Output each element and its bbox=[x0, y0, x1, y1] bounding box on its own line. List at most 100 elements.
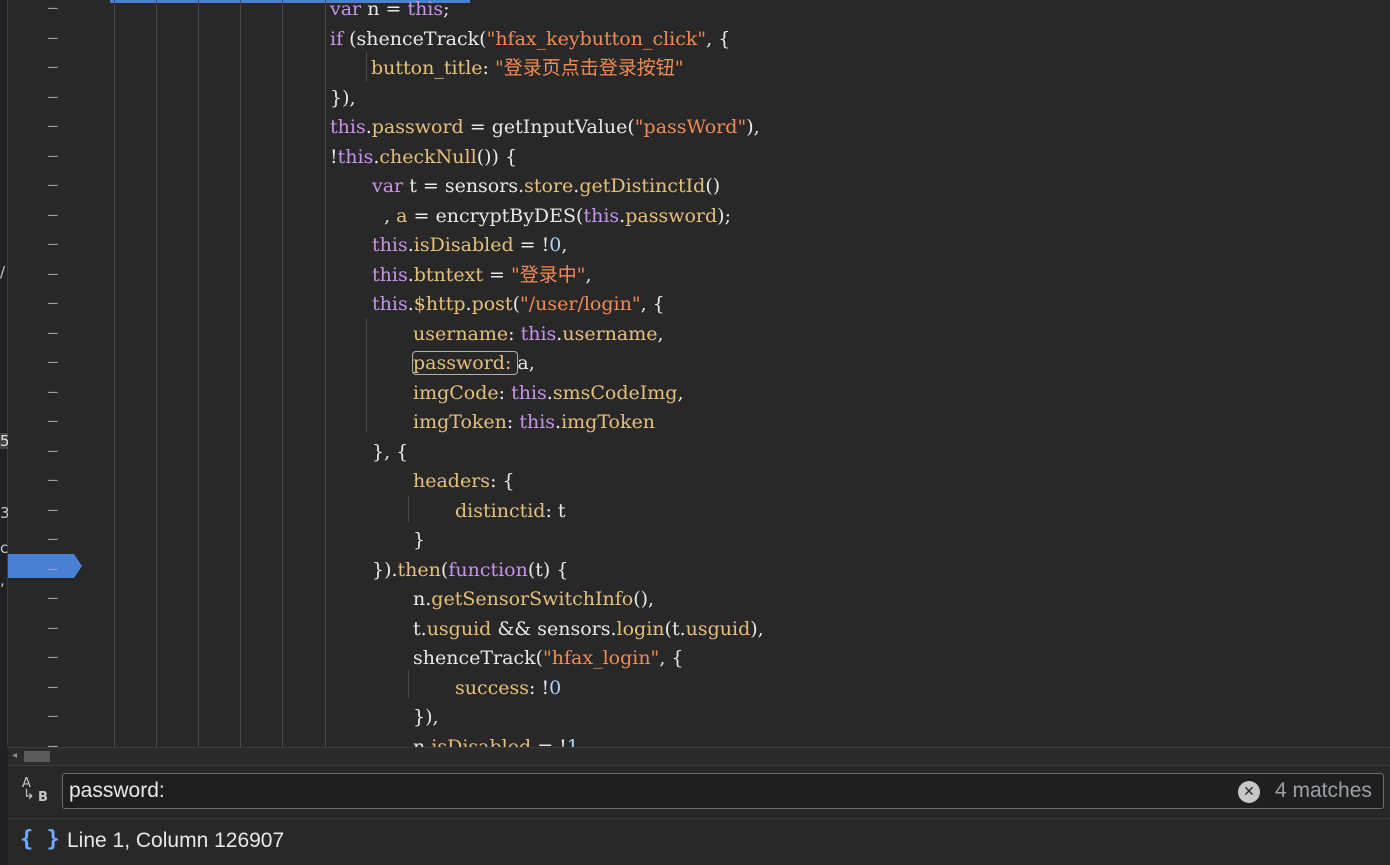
gutter-line-marker[interactable]: – bbox=[48, 560, 72, 591]
clear-search-icon[interactable]: ✕ bbox=[1238, 781, 1260, 803]
code-token: () bbox=[705, 175, 721, 197]
code-line[interactable]: }, { bbox=[372, 440, 409, 473]
gutter-line-marker[interactable]: – bbox=[48, 590, 72, 620]
gutter-line-marker[interactable]: – bbox=[48, 324, 72, 355]
code-token: password bbox=[625, 204, 718, 227]
search-input[interactable]: password: bbox=[62, 773, 1384, 809]
code-line[interactable]: imgCode: this.smsCodeImg, bbox=[413, 381, 684, 414]
code-line[interactable]: var t = sensors.store.getDistinctId() bbox=[372, 177, 720, 207]
code-token: "hfax_keybutton_click" bbox=[486, 27, 707, 50]
code-line[interactable]: }).then(function(t) { bbox=[372, 558, 569, 591]
gutter-line-marker[interactable]: – bbox=[48, 236, 72, 266]
regex-toggle-icon[interactable]: A ↳ B bbox=[20, 776, 52, 808]
line-gutter[interactable]: – – – – – – – – – – – – – – – – – – – – – – – – – – bbox=[8, 0, 96, 747]
code-token: 0 bbox=[549, 234, 562, 256]
code-token: this bbox=[372, 234, 408, 256]
gutter-line-marker[interactable]: – bbox=[48, 442, 72, 473]
code-token: headers bbox=[413, 470, 491, 492]
code-line[interactable]: button_title: "登录页点击登录按钮" bbox=[371, 59, 683, 89]
gutter-line-marker[interactable]: – bbox=[48, 295, 72, 325]
horizontal-scrollbar[interactable]: ◂ bbox=[8, 747, 1390, 765]
gutter-line-marker[interactable]: – bbox=[48, 354, 72, 384]
gutter-line-marker[interactable]: – bbox=[48, 88, 72, 119]
scrollbar-thumb[interactable] bbox=[24, 751, 50, 762]
gutter-line-marker[interactable]: – bbox=[48, 619, 72, 650]
code-line[interactable]: imgToken: this.imgToken bbox=[413, 413, 655, 443]
code-token: }), bbox=[413, 706, 439, 728]
scroll-left-icon[interactable]: ◂ bbox=[12, 750, 17, 761]
code-token: this bbox=[583, 204, 620, 227]
gutter-line-marker[interactable]: – bbox=[48, 472, 72, 502]
code-token: }), bbox=[330, 86, 356, 109]
code-line[interactable]: }), bbox=[330, 86, 356, 119]
code-token: : ! bbox=[529, 676, 550, 699]
code-token: this bbox=[519, 411, 556, 433]
gutter-line-marker[interactable]: – bbox=[48, 649, 72, 679]
code-token: : bbox=[508, 322, 521, 345]
gutter-line-marker[interactable]: – bbox=[48, 413, 72, 443]
gutter-line-marker[interactable]: – bbox=[48, 59, 72, 89]
code-editor[interactable]: – – – – – – – – – – – – – – – – – – – – – – – – – – var n = this;… bbox=[8, 0, 1390, 747]
code-line[interactable]: var n = this; bbox=[330, 0, 450, 30]
match-count: 4 matches bbox=[1275, 779, 1372, 802]
code-token: , { bbox=[640, 293, 665, 315]
code-token: t. bbox=[413, 617, 427, 640]
code-token: , { bbox=[659, 647, 684, 669]
code-token: button_title bbox=[371, 57, 483, 79]
code-token: }, { bbox=[372, 440, 409, 463]
code-token: n = bbox=[361, 0, 408, 20]
code-line[interactable]: t.usguid && sensors.login(t.usguid), bbox=[413, 617, 764, 650]
gutter-line-marker[interactable]: – bbox=[48, 708, 72, 738]
code-line[interactable]: n.isDisabled = !1 bbox=[413, 737, 579, 747]
gutter-line-marker[interactable]: – bbox=[48, 265, 72, 296]
code-token: , bbox=[677, 381, 684, 404]
code-token: store bbox=[524, 175, 574, 197]
code-line[interactable]: }), bbox=[413, 708, 439, 738]
code-line[interactable]: distinctid: t bbox=[455, 499, 566, 532]
gutter-line-marker[interactable]: – bbox=[48, 383, 72, 414]
gutter-line-marker[interactable]: – bbox=[48, 0, 72, 30]
code-line[interactable]: username: this.username, bbox=[413, 322, 664, 355]
code-line[interactable]: this.isDisabled = !0, bbox=[372, 236, 567, 266]
gutter-line-marker[interactable]: – bbox=[48, 147, 72, 178]
code-token: ; bbox=[443, 0, 450, 20]
gutter-line-marker[interactable]: – bbox=[48, 29, 72, 60]
gutter-line-marker[interactable]: – bbox=[48, 678, 72, 709]
code-line[interactable]: , a = encryptByDES(this.password); bbox=[372, 204, 731, 237]
code-token: ); bbox=[717, 204, 731, 227]
code-line[interactable]: success: !0 bbox=[455, 676, 561, 709]
left-panel-edge: / 5 3 c , bbox=[0, 0, 10, 747]
code-token: username bbox=[413, 322, 509, 345]
code-line[interactable]: if (shenceTrack("hfax_keybutton_click", … bbox=[330, 27, 730, 60]
code-token: "/user/login" bbox=[519, 293, 641, 315]
gutter-line-marker[interactable]: – bbox=[48, 531, 72, 561]
code-line[interactable]: this.password = getInputValue("passWord"… bbox=[330, 118, 760, 148]
gutter-line-marker[interactable]: – bbox=[48, 118, 72, 148]
code-token: imgToken bbox=[413, 411, 507, 433]
code-token: var bbox=[330, 0, 362, 20]
code-token: shenceTrack( bbox=[413, 647, 544, 669]
code-line[interactable]: password: a, bbox=[411, 351, 535, 384]
code-token: (t) { bbox=[527, 558, 569, 581]
code-content[interactable]: var n = this; if (shenceTrack("hfax_keybu… bbox=[96, 0, 1390, 747]
code-token: distinctid bbox=[455, 499, 546, 522]
code-token: checkNull bbox=[379, 145, 477, 168]
code-token: this bbox=[330, 116, 366, 138]
code-line[interactable]: n.getSensorSwitchInfo(), bbox=[413, 590, 654, 620]
code-line[interactable]: shenceTrack("hfax_login", { bbox=[413, 649, 683, 679]
gutter-line-marker[interactable]: – bbox=[48, 737, 72, 747]
code-line[interactable]: } bbox=[413, 531, 425, 561]
code-line[interactable]: headers: { bbox=[413, 472, 515, 502]
code-token: ! bbox=[330, 145, 338, 168]
gutter-line-marker[interactable]: – bbox=[48, 206, 72, 237]
gutter-line-marker[interactable]: – bbox=[48, 501, 72, 532]
code-line[interactable]: this.btntext = "登录中", bbox=[372, 265, 592, 296]
pretty-print-icon[interactable]: { } bbox=[20, 827, 60, 852]
code-line[interactable]: !this.checkNull()) { bbox=[330, 145, 517, 178]
code-token: : t bbox=[545, 499, 566, 522]
code-line[interactable]: this.$http.post("/user/login", { bbox=[372, 295, 665, 325]
search-match-highlight: password: bbox=[411, 351, 519, 375]
code-token: (), bbox=[633, 588, 655, 610]
code-token: "passWord" bbox=[634, 116, 747, 138]
gutter-line-marker[interactable]: – bbox=[48, 177, 72, 207]
